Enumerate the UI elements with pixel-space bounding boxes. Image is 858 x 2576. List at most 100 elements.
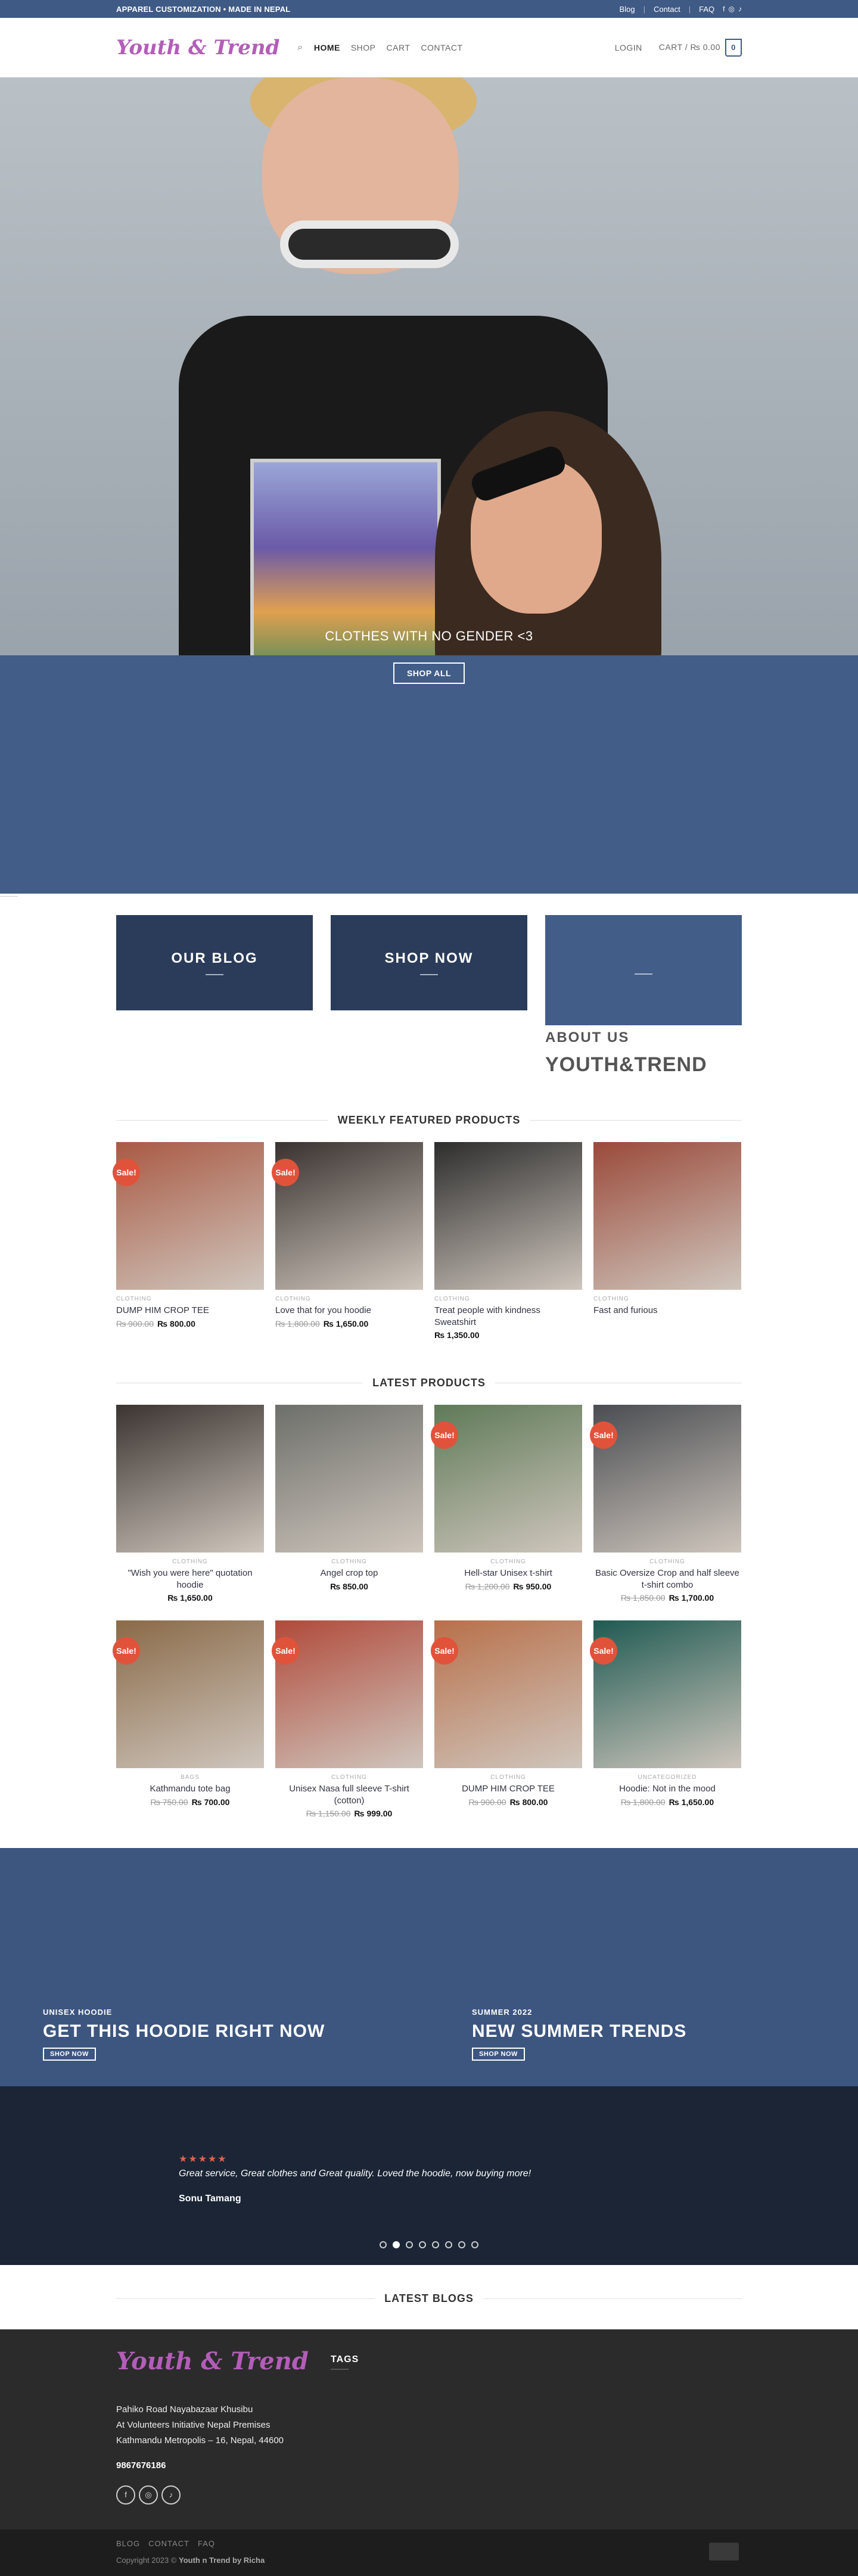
product-image[interactable] — [434, 1620, 582, 1768]
product-image[interactable] — [116, 1620, 264, 1768]
nav-shop[interactable]: SHOP — [351, 43, 376, 52]
product-category[interactable]: CLOTHING — [434, 1296, 582, 1302]
shop-all-button[interactable]: SHOP ALL — [393, 662, 465, 684]
product-category[interactable]: CLOTHING — [593, 1558, 741, 1565]
footer-logo[interactable]: Youth & Trend — [116, 2347, 309, 2375]
tiktok-icon[interactable]: ♪ — [161, 2485, 181, 2505]
product-image[interactable] — [116, 1405, 264, 1553]
slider-dot[interactable] — [445, 2241, 452, 2248]
product-card[interactable]: Sale! CLOTHING DUMP HIM CROP TEE ₨ 900.00 ₨ … — [431, 1620, 582, 1818]
nav-contact[interactable]: CONTACT — [421, 43, 462, 52]
slider-dot[interactable] — [432, 2241, 439, 2248]
top-link-faq[interactable]: FAQ — [699, 5, 714, 14]
product-category[interactable]: CLOTHING — [116, 1296, 264, 1302]
product-category[interactable]: CLOTHING — [593, 1296, 741, 1302]
section-title: WEEKLY FEATURED PRODUCTS — [337, 1114, 521, 1126]
instagram-icon[interactable]: ◎ — [139, 2485, 158, 2505]
social-icons: f ◎ ♪ — [723, 5, 742, 13]
product-name[interactable]: DUMP HIM CROP TEE — [116, 1305, 264, 1317]
site-logo[interactable]: Youth & Trend — [116, 38, 279, 58]
nav-home[interactable]: HOME — [314, 43, 340, 52]
product-image[interactable] — [116, 1142, 264, 1290]
product-image[interactable] — [434, 1405, 582, 1553]
tiktok-icon[interactable]: ♪ — [738, 5, 742, 13]
top-link-contact[interactable]: Contact — [654, 5, 680, 14]
product-card[interactable]: CLOTHING Fast and furious — [593, 1142, 741, 1340]
top-link-blog[interactable]: Blog — [620, 5, 635, 14]
product-name[interactable]: Love that for you hoodie — [275, 1305, 423, 1317]
slider-dot[interactable] — [393, 2241, 400, 2248]
product-image[interactable] — [275, 1620, 423, 1768]
slider-dot[interactable] — [419, 2241, 426, 2248]
product-category[interactable]: CLOTHING — [434, 1774, 582, 1781]
product-image[interactable] — [593, 1405, 741, 1553]
product-card[interactable]: CLOTHING Treat people with kindness Sweat… — [434, 1142, 582, 1340]
product-image[interactable] — [275, 1142, 423, 1290]
slider-dot[interactable] — [380, 2241, 387, 2248]
product-category[interactable]: CLOTHING — [116, 1558, 264, 1565]
blog-banner-label: OUR BLOG — [171, 950, 258, 966]
cart-link[interactable]: CART / ₨ 0.00 0 — [659, 38, 742, 57]
product-card[interactable]: Sale! CLOTHING Unisex Nasa full sleeve T-s… — [272, 1620, 423, 1818]
product-image[interactable] — [434, 1142, 582, 1290]
promo-banner: UNISEX HOODIE GET THIS HOODIE RIGHT NOW … — [0, 1848, 858, 2086]
product-category[interactable]: CLOTHING — [275, 1558, 423, 1565]
product-name[interactable]: Fast and furious — [593, 1305, 741, 1317]
product-price: ₨ 1,150.00 ₨ 999.00 — [275, 1809, 423, 1818]
sale-badge: Sale! — [272, 1637, 299, 1665]
product-price: ₨ 1,650.00 — [116, 1593, 264, 1603]
product-image[interactable] — [275, 1405, 423, 1553]
instagram-icon[interactable]: ◎ — [729, 5, 735, 13]
product-price: ₨ 1,800.00 ₨ 1,650.00 — [593, 1797, 741, 1807]
footer-socials: f ◎ ♪ — [116, 2485, 181, 2505]
about-banner[interactable] — [545, 915, 742, 1025]
divider — [116, 2298, 375, 2299]
product-category[interactable]: UNCATEGORIZED — [593, 1774, 741, 1781]
product-name[interactable]: Angel crop top — [275, 1567, 423, 1579]
blog-banner[interactable]: OUR BLOG — [116, 915, 313, 1010]
address-line: Pahiko Road Nayabazaar Khusibu — [116, 2404, 253, 2415]
shop-banner[interactable]: SHOP NOW — [331, 915, 527, 1010]
bottom-link-contact[interactable]: CONTACT — [148, 2539, 189, 2548]
product-card[interactable]: CLOTHING "Wish you were here" quotation h… — [116, 1405, 264, 1603]
cart-count-badge: 0 — [725, 38, 742, 57]
product-name[interactable]: DUMP HIM CROP TEE — [434, 1783, 582, 1795]
bottom-link-blog[interactable]: BLOG — [116, 2539, 140, 2548]
copyright: Copyright 2023 © Youth n Trend by Richa — [116, 2556, 265, 2565]
product-card[interactable]: Sale! BAGS Kathmandu tote bag ₨ 750.00 ₨ 700… — [113, 1620, 264, 1818]
slider-dot[interactable] — [458, 2241, 465, 2248]
search-icon[interactable]: ⌕ — [297, 42, 303, 53]
facebook-icon[interactable]: f — [723, 5, 725, 13]
current-price: ₨ 850.00 — [330, 1581, 368, 1591]
product-card[interactable]: Sale! CLOTHING Basic Oversize Crop and hal… — [590, 1405, 741, 1603]
facebook-icon[interactable]: f — [116, 2485, 135, 2505]
product-name[interactable]: Unisex Nasa full sleeve T-shirt (cotton) — [275, 1783, 423, 1806]
product-name[interactable]: Hoodie: Not in the mood — [593, 1783, 741, 1795]
product-image[interactable] — [593, 1620, 741, 1768]
product-name[interactable]: Basic Oversize Crop and half sleeve t-sh… — [593, 1567, 741, 1591]
product-card[interactable]: Sale! CLOTHING Love that for you hoodie ₨ 1… — [272, 1142, 423, 1340]
product-category[interactable]: BAGS — [116, 1774, 264, 1781]
slider-dot[interactable] — [406, 2241, 413, 2248]
nav-cart[interactable]: CART — [387, 43, 411, 52]
sale-badge: Sale! — [431, 1637, 458, 1665]
product-category[interactable]: CLOTHING — [434, 1558, 582, 1565]
product-card[interactable]: Sale! CLOTHING Hell-star Unisex t-shirt ₨ 1… — [431, 1405, 582, 1603]
login-link[interactable]: LOGIN — [615, 43, 642, 52]
product-image[interactable] — [593, 1142, 741, 1290]
product-card[interactable]: Sale! CLOTHING DUMP HIM CROP TEE ₨ 900.00 ₨ … — [113, 1142, 264, 1340]
bottom-link-faq[interactable]: FAQ — [198, 2539, 215, 2548]
product-category[interactable]: CLOTHING — [275, 1774, 423, 1781]
slider-dot[interactable] — [471, 2241, 478, 2248]
product-card[interactable]: Sale! UNCATEGORIZED Hoodie: Not in the moo… — [590, 1620, 741, 1818]
product-name[interactable]: "Wish you were here" quotation hoodie — [116, 1567, 264, 1591]
latest-products: CLOTHING "Wish you were here" quotation h… — [0, 1405, 858, 1836]
product-name[interactable]: Kathmandu tote bag — [116, 1783, 264, 1795]
product-name[interactable]: Hell-star Unisex t-shirt — [434, 1567, 582, 1579]
product-card[interactable]: CLOTHING Angel crop top ₨ 850.00 — [275, 1405, 423, 1603]
shop-now-button[interactable]: SHOP NOW — [472, 2048, 525, 2061]
product-category[interactable]: CLOTHING — [275, 1296, 423, 1302]
product-price: ₨ 1,200.00 ₨ 950.00 — [434, 1582, 582, 1591]
product-name[interactable]: Treat people with kindness Sweatshirt — [434, 1305, 582, 1328]
shop-now-button[interactable]: SHOP NOW — [43, 2048, 96, 2061]
